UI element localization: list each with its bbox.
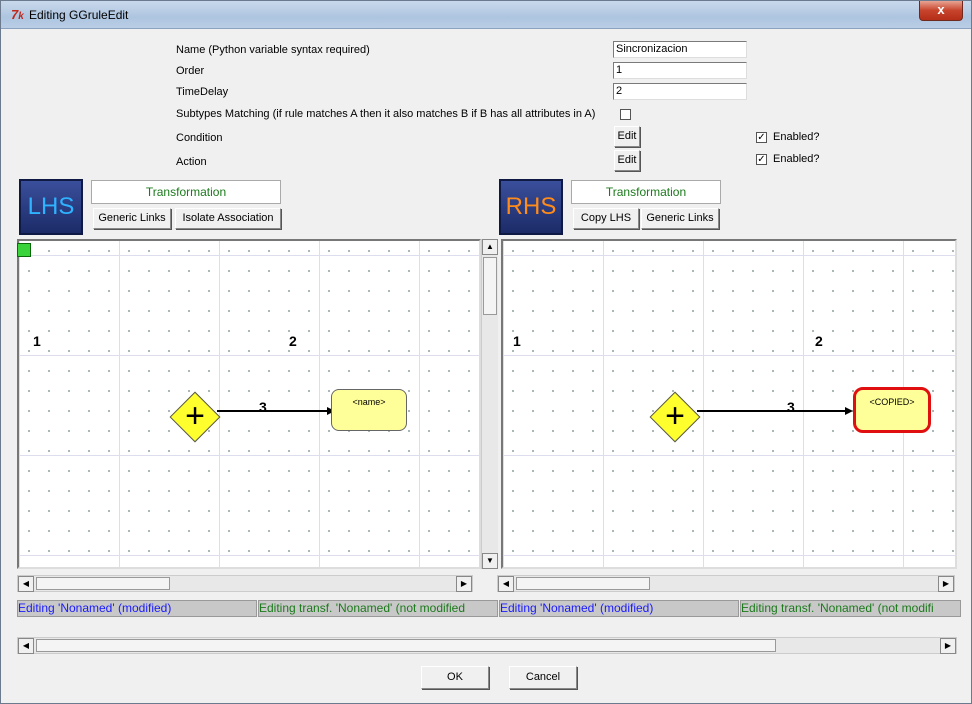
anchor-handle-icon[interactable] bbox=[17, 243, 31, 257]
close-icon: x bbox=[937, 2, 945, 17]
tk-feather-icon: 7k bbox=[11, 7, 24, 22]
scroll-right-icon[interactable]: ▶ bbox=[456, 576, 472, 592]
condition-edit-button[interactable]: Edit bbox=[614, 126, 640, 147]
lhs-horizontal-scrollbar[interactable]: ◀ ▶ bbox=[17, 575, 473, 592]
rhs-generic-links-button[interactable]: Generic Links bbox=[641, 208, 719, 229]
rhs-horizontal-scrollbar[interactable]: ◀ ▶ bbox=[497, 575, 955, 592]
rhs-node-1-label: 1 bbox=[513, 333, 521, 349]
lhs-logo: LHS bbox=[19, 179, 83, 235]
lhs-name-node[interactable]: <name> bbox=[331, 389, 407, 431]
copy-lhs-button[interactable]: Copy LHS bbox=[573, 208, 639, 229]
lhs-status-transform: Editing transf. 'Nonamed' (not modified bbox=[258, 600, 498, 617]
lhs-canvas[interactable]: 1 2 + 3 <name> bbox=[17, 239, 481, 569]
rhs-connection-arrow[interactable] bbox=[695, 401, 855, 421]
scroll-left-icon[interactable]: ◀ bbox=[18, 576, 34, 592]
lhs-vertical-scrollbar[interactable]: ▲ ▼ bbox=[481, 239, 498, 569]
scroll-right-icon[interactable]: ▶ bbox=[940, 638, 956, 654]
check-icon: ✓ bbox=[757, 132, 766, 143]
lhs-transformation-label: Transformation bbox=[91, 180, 281, 204]
condition-enabled-label: Enabled? bbox=[773, 131, 820, 143]
lhs-generic-links-button[interactable]: Generic Links bbox=[93, 208, 171, 229]
scroll-thumb[interactable] bbox=[36, 577, 170, 590]
check-icon: ✓ bbox=[757, 154, 766, 165]
lhs-node-1-label: 1 bbox=[33, 333, 41, 349]
scroll-left-icon[interactable]: ◀ bbox=[498, 576, 514, 592]
ok-button[interactable]: OK bbox=[421, 666, 489, 689]
main-horizontal-scrollbar[interactable]: ◀ ▶ bbox=[17, 637, 957, 654]
rhs-transformation-label: Transformation bbox=[571, 180, 721, 204]
subtypes-checkbox[interactable] bbox=[620, 109, 631, 120]
plus-icon: + bbox=[185, 397, 205, 435]
action-label: Action bbox=[176, 156, 207, 168]
lhs-diamond-node[interactable]: + bbox=[169, 391, 221, 443]
close-button[interactable]: x bbox=[919, 1, 963, 21]
lhs-connection-arrow[interactable] bbox=[215, 401, 335, 421]
subtypes-label: Subtypes Matching (if rule matches A the… bbox=[176, 108, 596, 120]
condition-enabled-checkbox[interactable]: ✓ bbox=[756, 132, 767, 143]
lhs-status-model: Editing 'Nonamed' (modified) bbox=[17, 600, 257, 617]
rhs-canvas[interactable]: 1 2 + 3 <COPIED> bbox=[501, 239, 957, 569]
order-label: Order bbox=[176, 65, 205, 77]
rhs-copied-node[interactable]: <COPIED> bbox=[853, 387, 931, 433]
name-input[interactable]: Sincronizacion bbox=[613, 41, 747, 58]
condition-label: Condition bbox=[176, 132, 223, 144]
lhs-node-3-label: 3 bbox=[259, 399, 267, 415]
scroll-thumb[interactable] bbox=[516, 577, 650, 590]
cancel-button[interactable]: Cancel bbox=[509, 666, 577, 689]
title-bar[interactable]: 7k Editing GGruleEdit x bbox=[1, 1, 971, 29]
plus-icon: + bbox=[665, 397, 685, 435]
action-enabled-label: Enabled? bbox=[773, 153, 820, 165]
action-edit-button[interactable]: Edit bbox=[614, 150, 640, 171]
scroll-left-icon[interactable]: ◀ bbox=[18, 638, 34, 654]
timedelay-label: TimeDelay bbox=[176, 86, 229, 98]
name-label: Name (Python variable syntax required) bbox=[176, 44, 370, 56]
rhs-logo: RHS bbox=[499, 179, 563, 235]
scroll-up-icon[interactable]: ▲ bbox=[482, 239, 498, 255]
action-enabled-checkbox[interactable]: ✓ bbox=[756, 154, 767, 165]
window-title: Editing GGruleEdit bbox=[29, 8, 129, 22]
scroll-thumb[interactable] bbox=[36, 639, 776, 652]
rule-edit-window: 7k Editing GGruleEdit x Name (Python var… bbox=[0, 0, 972, 704]
rhs-status-transform: Editing transf. 'Nonamed' (not modifi bbox=[740, 600, 961, 617]
scroll-right-icon[interactable]: ▶ bbox=[938, 576, 954, 592]
rhs-diamond-node[interactable]: + bbox=[649, 391, 701, 443]
order-input[interactable]: 1 bbox=[613, 62, 747, 79]
isolate-association-button[interactable]: Isolate Association bbox=[175, 208, 281, 229]
scroll-thumb[interactable] bbox=[483, 257, 497, 315]
lhs-node-2-label: 2 bbox=[289, 333, 297, 349]
rhs-status-model: Editing 'Nonamed' (modified) bbox=[499, 600, 739, 617]
scroll-down-icon[interactable]: ▼ bbox=[482, 553, 498, 569]
rhs-node-3-label: 3 bbox=[787, 399, 795, 415]
rhs-node-2-label: 2 bbox=[815, 333, 823, 349]
timedelay-input[interactable]: 2 bbox=[613, 83, 747, 100]
